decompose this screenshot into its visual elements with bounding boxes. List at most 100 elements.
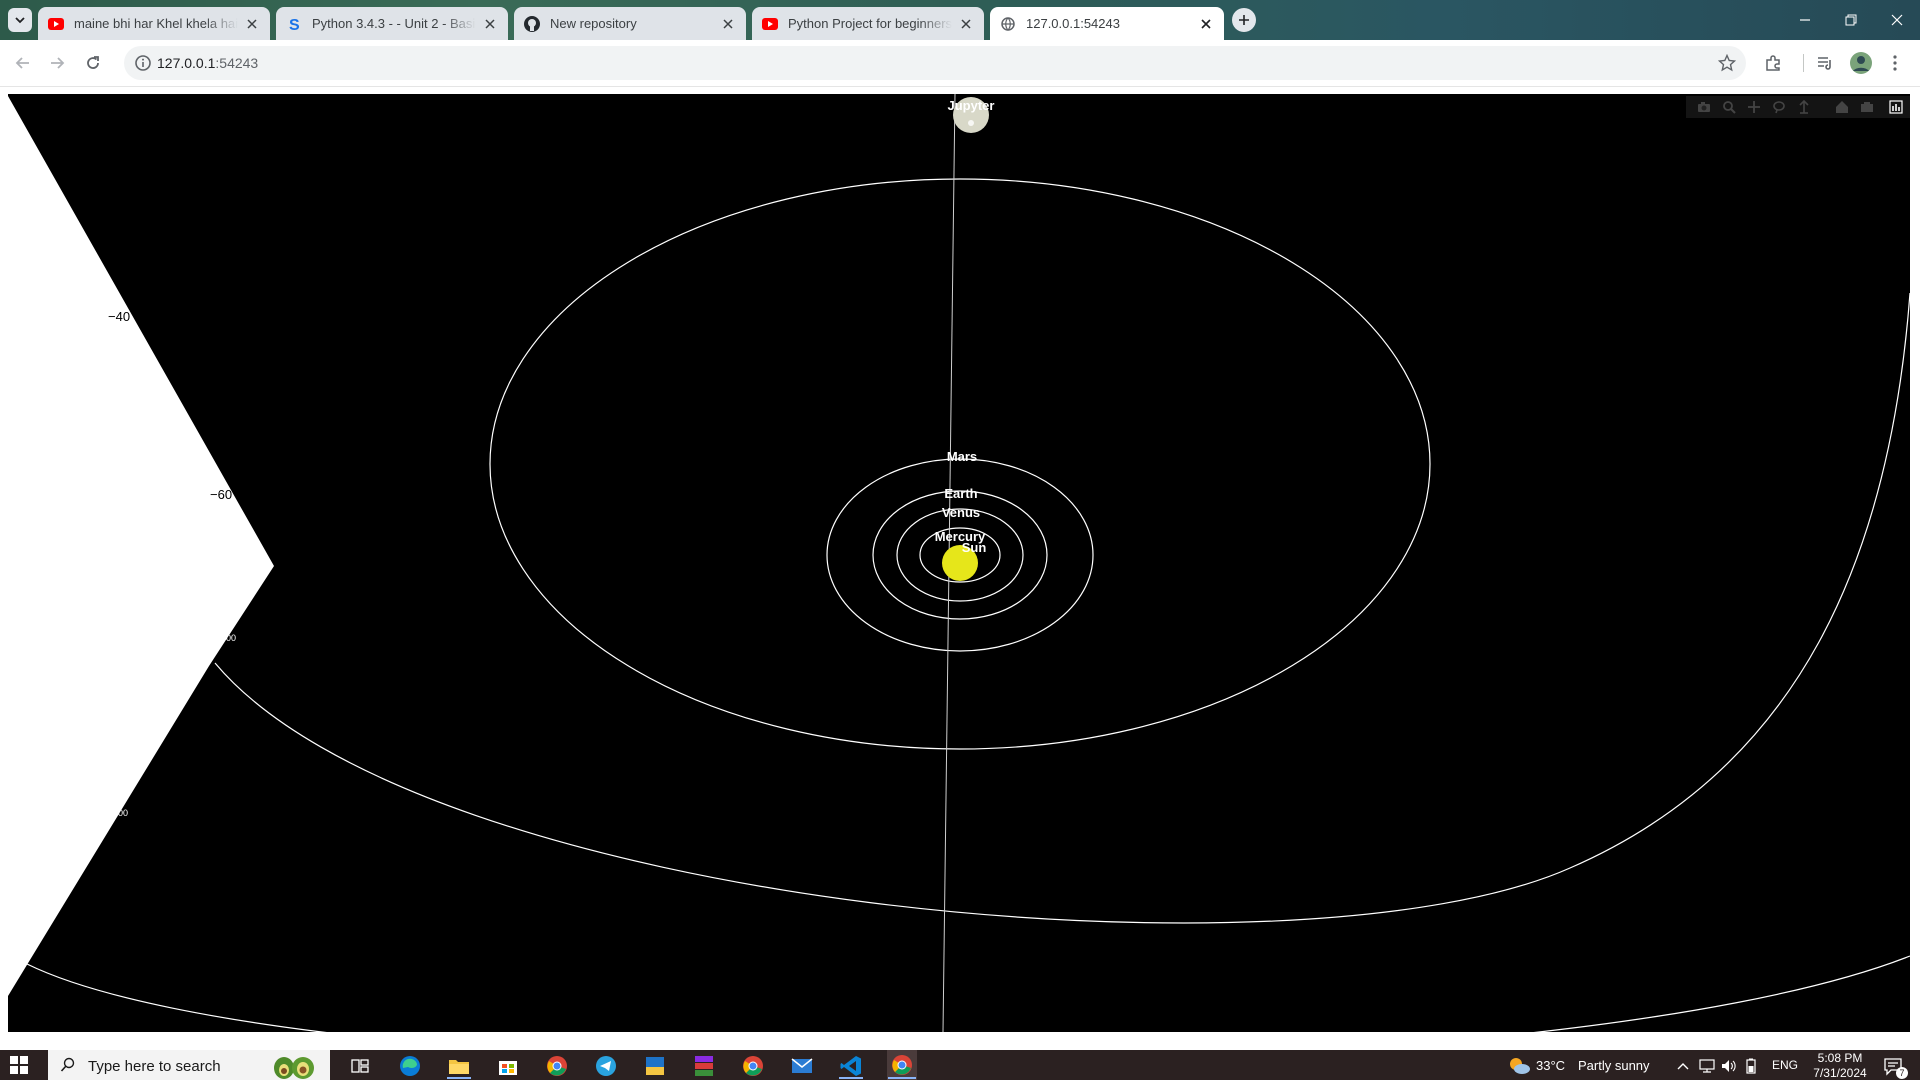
body-label-earth: Earth — [944, 486, 977, 501]
weather-description[interactable]: Partly sunny — [1578, 1058, 1650, 1073]
youtube-icon — [762, 16, 778, 32]
body-label-jupyter: Jupyter — [948, 98, 995, 113]
screen: maine bhi har Khel khela hai ho S Python… — [0, 0, 1920, 1080]
home-icon[interactable] — [1832, 97, 1852, 117]
tab-5-active[interactable]: 127.0.0.1:54243 — [990, 7, 1224, 40]
autoscale-icon[interactable] — [1857, 97, 1877, 117]
tab-4[interactable]: Python Project for beginners # — [752, 7, 984, 40]
axis-tick-label: −40 — [108, 309, 130, 324]
zoom-icon[interactable] — [1719, 97, 1739, 117]
vscode-icon[interactable] — [838, 1053, 864, 1079]
mail-icon[interactable] — [789, 1053, 815, 1079]
clock-time[interactable]: 5:08 PM — [1810, 1051, 1870, 1065]
weather-temp[interactable]: 33°C — [1536, 1058, 1565, 1073]
close-tab-icon[interactable] — [958, 16, 974, 32]
task-view-icon[interactable] — [347, 1053, 373, 1079]
chevron-down-icon — [15, 17, 25, 24]
running-indicator — [839, 1077, 863, 1079]
chrome-active-icon[interactable] — [887, 1050, 917, 1080]
reload-icon — [87, 56, 99, 69]
restore-icon — [1845, 14, 1857, 26]
weather-icon[interactable] — [1506, 1053, 1532, 1079]
close-tab-icon[interactable] — [482, 16, 498, 32]
close-tab-icon[interactable] — [720, 16, 736, 32]
edge-icon[interactable] — [397, 1053, 423, 1079]
running-indicator — [447, 1077, 471, 1079]
svg-text:S: S — [289, 17, 300, 32]
solar-system-plot[interactable]: Jupyter Mars Earth Venus Mercury Sun −40… — [0, 88, 1920, 1050]
close-icon — [1891, 14, 1903, 26]
start-button[interactable] — [10, 1056, 28, 1074]
taskbar-search-box[interactable]: Type here to search — [48, 1050, 330, 1080]
notification-center-icon[interactable]: 7 — [1880, 1053, 1908, 1079]
pan-icon[interactable] — [1744, 97, 1764, 117]
body-label-mars: Mars — [947, 449, 977, 464]
close-tab-icon[interactable] — [244, 16, 260, 32]
extensions-icon[interactable] — [1762, 52, 1784, 74]
s-logo-icon: S — [286, 16, 302, 32]
close-window-button[interactable] — [1874, 0, 1920, 40]
tab-title: 127.0.0.1:54243 — [1026, 16, 1120, 31]
tab-search-button[interactable] — [8, 8, 32, 32]
tab-title: Python 3.4.3 - - Unit 2 - Basic La — [312, 16, 476, 31]
chrome-alt-icon[interactable] — [740, 1053, 766, 1079]
minimize-icon — [1800, 19, 1810, 21]
language-indicator[interactable]: ENG — [1772, 1058, 1798, 1072]
profile-avatar[interactable] — [1850, 52, 1872, 74]
more-menu-icon[interactable] — [1884, 52, 1906, 74]
camera-icon[interactable] — [1694, 97, 1714, 117]
bookmark-star-icon[interactable] — [1718, 54, 1736, 72]
winrar-icon[interactable] — [691, 1053, 717, 1079]
youtube-icon — [48, 16, 64, 32]
plotly-logo-icon[interactable] — [1886, 97, 1906, 117]
box-select-icon[interactable] — [1794, 97, 1814, 117]
media-control-icon[interactable] — [1814, 52, 1836, 74]
close-tab-icon[interactable] — [1198, 16, 1214, 32]
avocado-icon — [274, 1057, 314, 1079]
restore-button[interactable] — [1828, 0, 1874, 40]
reload-button[interactable] — [78, 48, 108, 78]
site-info-icon[interactable] — [134, 54, 152, 72]
forward-button[interactable] — [42, 48, 72, 78]
notification-badge: 7 — [1896, 1067, 1908, 1079]
page-content: Jupyter Mars Earth Venus Mercury Sun −40… — [0, 88, 1920, 1050]
chrome-icon[interactable] — [544, 1053, 570, 1079]
axis-tick-label: 00 — [226, 633, 236, 643]
tab-1[interactable]: maine bhi har Khel khela hai ho — [38, 7, 270, 40]
chevron-up-icon[interactable] — [1670, 1053, 1696, 1079]
minimize-button[interactable] — [1782, 0, 1828, 40]
arrow-left-icon — [15, 57, 29, 69]
battery-icon[interactable] — [1738, 1053, 1764, 1079]
separator — [1792, 52, 1814, 74]
body-label-sun: Sun — [962, 540, 987, 555]
windows-logo-icon — [10, 1056, 28, 1074]
url-port: :54243 — [215, 55, 259, 71]
address-bar[interactable]: 127.0.0.1:54243 — [124, 46, 1746, 80]
tab-3[interactable]: New repository — [514, 7, 746, 40]
tab-title: Python Project for beginners # — [788, 16, 952, 31]
clock-date[interactable]: 7/31/2024 — [1806, 1066, 1874, 1080]
plus-icon — [1239, 15, 1249, 25]
axis-tick-label: 00 — [118, 808, 128, 818]
app-tile-icon[interactable] — [642, 1053, 668, 1079]
windows-taskbar: Type here to search 33°C Partly sunny EN… — [0, 1050, 1920, 1080]
back-button[interactable] — [8, 48, 38, 78]
lasso-icon[interactable] — [1769, 97, 1789, 117]
browser-toolbar: 127.0.0.1:54243 — [0, 40, 1920, 87]
globe-icon — [1000, 16, 1016, 32]
url-text: 127.0.0.1:54243 — [157, 55, 258, 71]
new-tab-button[interactable] — [1232, 8, 1256, 32]
jupyter-core — [968, 120, 974, 126]
telegram-icon[interactable] — [593, 1053, 619, 1079]
url-host: 127.0.0.1 — [157, 55, 216, 71]
tab-title: maine bhi har Khel khela hai ho — [74, 16, 238, 31]
tab-2[interactable]: S Python 3.4.3 - - Unit 2 - Basic La — [276, 7, 508, 40]
search-placeholder: Type here to search — [88, 1058, 221, 1075]
axis-tick-label: −60 — [210, 487, 232, 502]
file-explorer-icon[interactable] — [446, 1053, 472, 1079]
microsoft-store-icon[interactable] — [495, 1053, 521, 1079]
github-icon — [524, 15, 540, 32]
running-indicator — [888, 1077, 916, 1079]
plot-modebar — [1686, 96, 1910, 118]
tab-title: New repository — [550, 16, 637, 31]
